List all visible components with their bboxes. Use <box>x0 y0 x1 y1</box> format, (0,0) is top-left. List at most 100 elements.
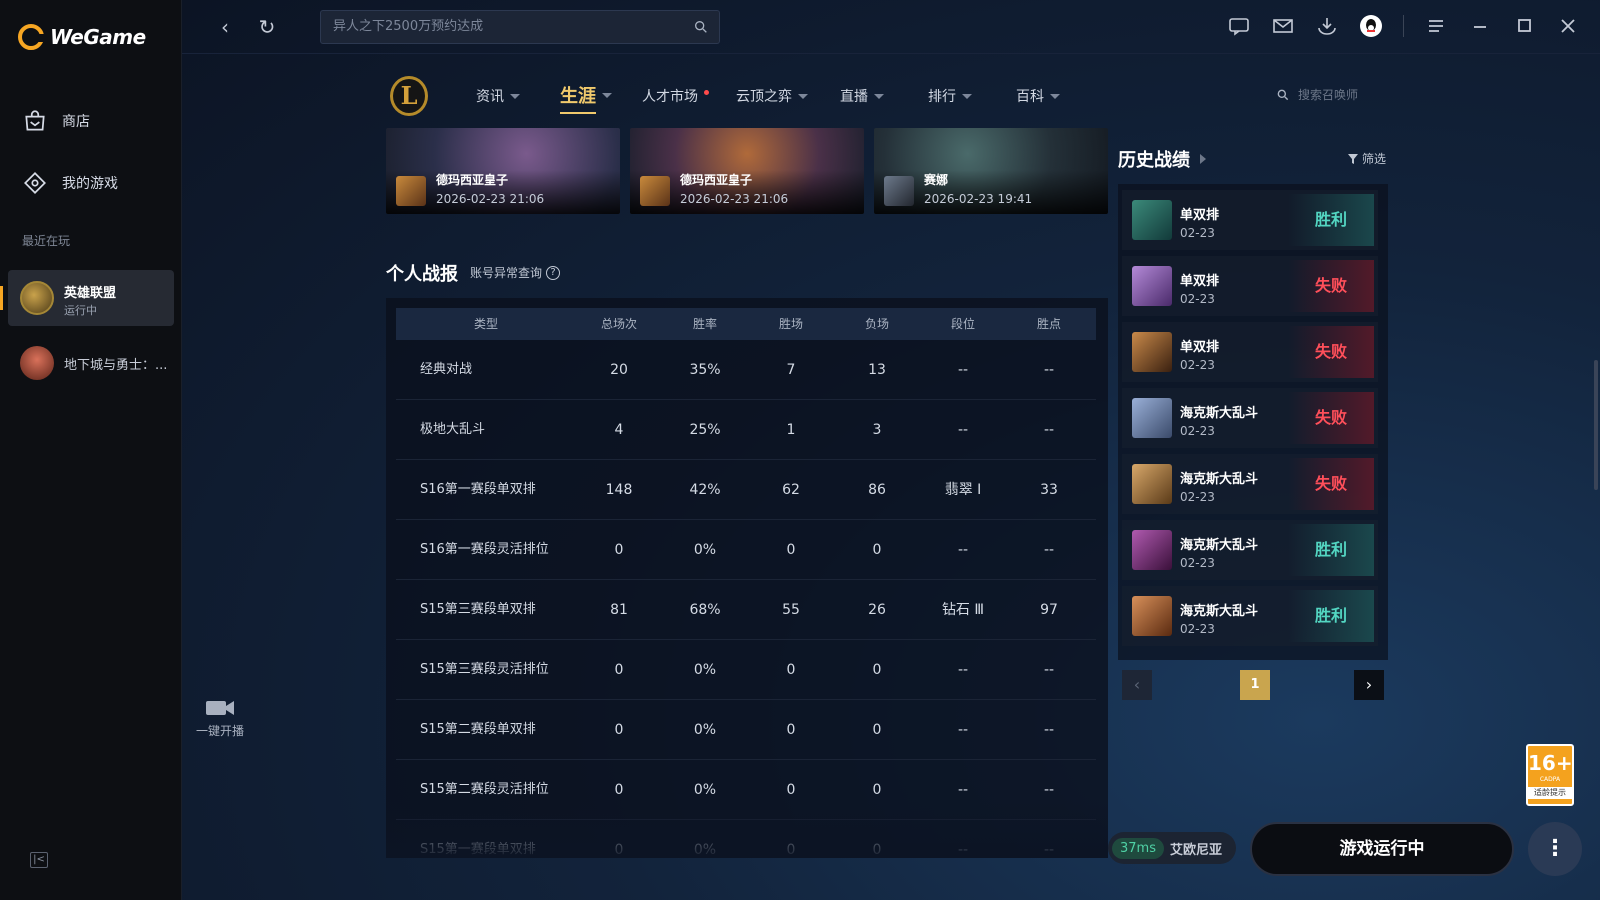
scrollbar[interactable] <box>1594 360 1598 490</box>
chevron-down-icon <box>602 92 612 98</box>
tab-news[interactable]: 资讯 <box>476 86 520 106</box>
table-cell: -- <box>1043 662 1055 678</box>
table-cell: S15第三赛段灵活排位 <box>420 662 549 677</box>
video-champion-name: 德玛西亚皇子 <box>680 173 753 187</box>
search-input[interactable]: 异人之下2500万预约达成 <box>320 10 720 44</box>
more-options-icon[interactable]: ⋮ <box>1528 822 1582 876</box>
tab-wiki[interactable]: 百科 <box>1016 86 1060 106</box>
table-cell: 0 <box>786 542 796 558</box>
age-rating-badge: 16+ CADPA 适龄提示 <box>1526 744 1574 806</box>
one-click-live-button[interactable]: 一键开播 <box>190 698 250 739</box>
chevron-down-icon <box>798 93 808 99</box>
active-indicator <box>0 286 3 310</box>
page-number[interactable]: 1 <box>1240 670 1270 700</box>
prev-page-button[interactable]: ‹ <box>1122 670 1152 700</box>
match-row[interactable]: 海克斯大乱斗 02-23 胜利 <box>1122 586 1378 646</box>
account-check-link[interactable]: 账号异常查询 ? <box>470 264 561 281</box>
help-icon[interactable]: ? <box>546 265 561 280</box>
table-cell: 钻石 Ⅲ <box>941 602 985 618</box>
match-row[interactable]: 单双排 02-23 失败 <box>1122 322 1378 382</box>
tab-talent-market[interactable]: 人才市场 <box>642 86 709 106</box>
table-cell: 26 <box>868 602 886 618</box>
table-cell: S15第二赛段单双排 <box>420 722 536 737</box>
champion-avatar <box>1132 266 1172 306</box>
recent-game-name: 地下城与勇士：... <box>64 357 168 373</box>
table-cell: 0 <box>872 722 882 738</box>
match-mode: 单双排 <box>1180 208 1220 223</box>
chat-icon[interactable] <box>1227 14 1251 38</box>
table-cell: 0 <box>872 662 882 678</box>
wegame-logo[interactable]: WeGame <box>18 24 146 50</box>
match-result: 失败 <box>1288 260 1374 312</box>
video-card[interactable]: 赛娜 2026-02-23 19:41 <box>874 128 1108 214</box>
recent-game-dnf[interactable]: 地下城与勇士：... <box>20 346 167 380</box>
chevron-down-icon <box>874 93 884 99</box>
table-cell: -- <box>957 542 969 558</box>
video-card[interactable]: 德玛西亚皇子 2026-02-23 21:06 <box>630 128 864 214</box>
history-list: 单双排 02-23 胜利 单双排 02-23 失败 单双排 02-23 失败 海克斯大乱斗 02-2… <box>1118 184 1388 660</box>
filter-button[interactable]: 筛选 <box>1348 150 1386 167</box>
qq-avatar-icon[interactable] <box>1359 14 1383 38</box>
ping-status[interactable]: 37ms 艾欧尼亚 <box>1108 832 1236 864</box>
collapse-sidebar-icon[interactable]: |< <box>30 852 48 868</box>
history-title[interactable]: 历史战绩 <box>1118 146 1206 172</box>
match-result: 胜利 <box>1288 590 1374 642</box>
scroll-fade <box>386 798 1108 858</box>
sidebar-item-my-games[interactable]: 我的游戏 <box>22 170 118 196</box>
table-cell: 0% <box>693 662 717 678</box>
gamepad-icon <box>24 172 46 194</box>
back-icon[interactable]: ‹ <box>212 14 238 40</box>
menu-icon[interactable] <box>1424 14 1448 38</box>
match-row[interactable]: 海克斯大乱斗 02-23 失败 <box>1122 388 1378 448</box>
tab-live[interactable]: 直播 <box>840 86 884 106</box>
match-row[interactable]: 海克斯大乱斗 02-23 失败 <box>1122 454 1378 514</box>
table-cell: 0 <box>614 662 624 678</box>
table-cell: 0% <box>693 542 717 558</box>
maximize-icon[interactable] <box>1512 14 1536 38</box>
table-cell: 13 <box>868 362 886 378</box>
table-header: 类型 总场次 胜率 胜场 负场 段位 胜点 <box>396 308 1096 340</box>
match-row[interactable]: 海克斯大乱斗 02-23 胜利 <box>1122 520 1378 580</box>
table-row: 极地大乱斗 4 25% 1 3 -- -- <box>396 400 1096 460</box>
sidebar-item-shop[interactable]: 商店 <box>22 108 90 134</box>
match-date: 02-23 <box>1180 622 1215 636</box>
table-cell: 33 <box>1040 482 1058 498</box>
recent-game-status: 运行中 <box>64 304 97 317</box>
tab-ranking[interactable]: 排行 <box>928 86 972 106</box>
match-date: 02-23 <box>1180 424 1215 438</box>
tab-career[interactable]: 生涯 <box>560 82 612 114</box>
table-row: S16第一赛段灵活排位 0 0% 0 0 -- -- <box>396 520 1096 580</box>
table-cell: 0 <box>872 542 882 558</box>
search-icon[interactable] <box>693 19 709 35</box>
summoner-search-input[interactable]: 搜索召唤师 <box>1274 80 1414 110</box>
table-cell: -- <box>957 422 969 438</box>
match-mode: 海克斯大乱斗 <box>1180 406 1259 421</box>
game-running-button[interactable]: 游戏运行中 <box>1250 822 1514 876</box>
wegame-logo-icon <box>18 24 44 50</box>
column-header: 胜点 <box>1036 317 1061 331</box>
recent-game-name: 英雄联盟 <box>64 286 117 301</box>
lol-logo[interactable]: L <box>390 76 428 116</box>
match-mode: 海克斯大乱斗 <box>1180 472 1259 487</box>
mail-icon[interactable] <box>1271 14 1295 38</box>
table-cell: 极地大乱斗 <box>420 422 486 437</box>
video-card[interactable]: 德玛西亚皇子 2026-02-23 21:06 <box>386 128 620 214</box>
pagination: ‹ 1 › <box>1118 670 1388 700</box>
column-header: 总场次 <box>600 317 637 331</box>
tab-tft[interactable]: 云顶之弈 <box>736 86 808 106</box>
match-date: 02-23 <box>1180 292 1215 306</box>
next-page-button[interactable]: › <box>1354 670 1384 700</box>
match-row[interactable]: 单双排 02-23 失败 <box>1122 256 1378 316</box>
refresh-icon[interactable]: ↻ <box>254 14 280 40</box>
table-cell: S16第一赛段灵活排位 <box>420 542 549 557</box>
match-row[interactable]: 单双排 02-23 胜利 <box>1122 190 1378 250</box>
game-nav: L 资讯 生涯 人才市场 云顶之弈 直播 排行 百科 搜索召唤师 <box>182 72 1600 122</box>
recent-game-lol[interactable]: 英雄联盟 运行中 <box>0 270 174 326</box>
download-icon[interactable] <box>1315 14 1339 38</box>
main-area: ‹ ↻ 异人之下2500万预约达成 L 资讯 生涯 人才市场 云顶之弈 直播 排… <box>182 0 1600 900</box>
minimize-icon[interactable] <box>1468 14 1492 38</box>
close-icon[interactable] <box>1556 14 1580 38</box>
table-cell: 翡翠 Ⅰ <box>944 482 982 498</box>
match-mode: 海克斯大乱斗 <box>1180 538 1259 553</box>
column-header: 段位 <box>950 317 975 331</box>
